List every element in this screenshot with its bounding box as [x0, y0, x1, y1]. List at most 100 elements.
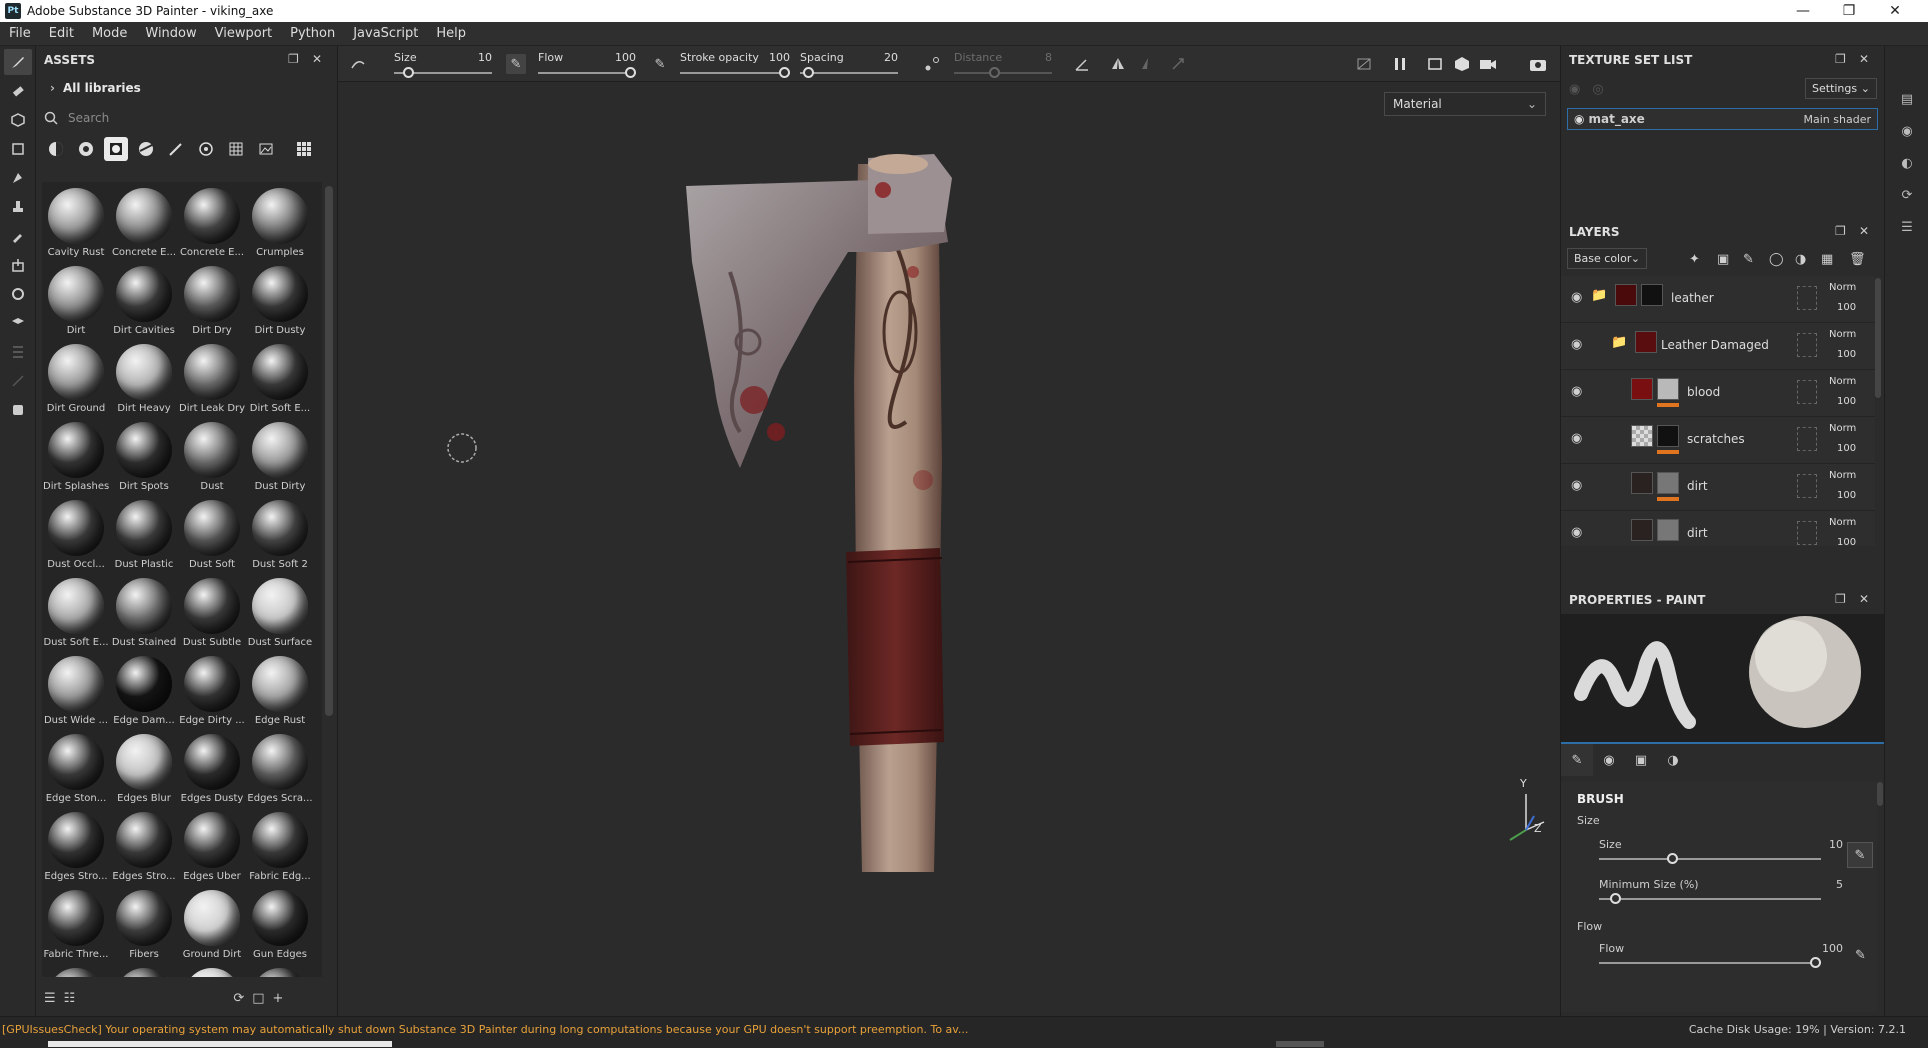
eye-icon[interactable]: ◉: [1571, 525, 1582, 540]
asset-item[interactable]: Edges Dusty: [178, 734, 246, 812]
asset-item[interactable]: Edges Uber: [178, 812, 246, 890]
menu-viewport[interactable]: Viewport: [206, 26, 282, 41]
transform-tool-icon[interactable]: [4, 368, 32, 394]
close-panel-icon[interactable]: ✕: [1859, 592, 1869, 606]
asset-item[interactable]: Dirt Heavy: [110, 344, 178, 422]
history-icon[interactable]: ⟳: [1894, 182, 1920, 208]
asset-item[interactable]: Dust Occl...: [42, 500, 110, 578]
layer-row[interactable]: ◉ 📁 leather Norm 100: [1561, 276, 1875, 323]
filter-filters-icon[interactable]: [134, 137, 158, 161]
eye-icon[interactable]: ◉: [1574, 112, 1584, 126]
3d-view-icon[interactable]: [1452, 54, 1472, 74]
delete-layer-icon[interactable]: 🗑: [1849, 252, 1866, 267]
menu-python[interactable]: Python: [281, 26, 344, 41]
visibility-toggle-icon[interactable]: ◉: [1569, 82, 1580, 97]
tab-alpha-icon[interactable]: ◉: [1593, 744, 1625, 776]
undock-icon[interactable]: ❐: [1835, 224, 1846, 238]
symmetry-icon[interactable]: [1108, 54, 1128, 74]
texture-set-row[interactable]: ◉ mat_axe Main shader: [1567, 108, 1878, 130]
screenshot-icon[interactable]: [1528, 54, 1548, 74]
texture-set-settings-icon[interactable]: ▤: [1894, 86, 1920, 112]
filter-textures-icon[interactable]: [224, 137, 248, 161]
filter-smart-materials-icon[interactable]: [74, 137, 98, 161]
settings-tool-icon[interactable]: [4, 281, 32, 307]
asset-item[interactable]: [178, 968, 246, 977]
asset-item[interactable]: Edges Blur: [110, 734, 178, 812]
asset-item[interactable]: [246, 968, 314, 977]
asset-item[interactable]: Dirt Spots: [110, 422, 178, 500]
tab-brush-icon[interactable]: ✎: [1561, 744, 1593, 776]
layer-row[interactable]: ◉ dirt Norm 100: [1561, 511, 1875, 546]
details-view-icon[interactable]: ☷: [64, 991, 76, 1006]
layer-mask-slot[interactable]: [1797, 380, 1817, 404]
layer-mask-slot[interactable]: [1797, 521, 1817, 545]
layers-scrollbar[interactable]: [1875, 278, 1881, 398]
list-view-icon[interactable]: ☰: [44, 991, 56, 1006]
asset-item[interactable]: Edges Stro...: [110, 812, 178, 890]
color-picker-tool-icon[interactable]: [4, 223, 32, 249]
layer-mask-slot[interactable]: [1797, 333, 1817, 357]
size-pressure-button[interactable]: ✎: [1847, 842, 1873, 868]
asset-item[interactable]: Edge Rust: [246, 656, 314, 734]
close-panel-icon[interactable]: ✕: [312, 52, 322, 66]
symmetry-mirror-icon[interactable]: [1138, 54, 1158, 74]
align-tool-icon[interactable]: [4, 339, 32, 365]
lazy-distance-icon[interactable]: [922, 54, 942, 74]
size-slider[interactable]: [1599, 834, 1821, 864]
asset-item[interactable]: [110, 968, 178, 977]
asset-item[interactable]: Edges Scra...: [246, 734, 314, 812]
asset-item[interactable]: Dirt Soft E...: [246, 344, 314, 422]
camera-view-icon[interactable]: [1478, 54, 1498, 74]
grid-view-icon[interactable]: [292, 137, 316, 161]
eye-icon[interactable]: ◉: [1571, 431, 1582, 446]
menu-file[interactable]: File: [0, 26, 40, 41]
asset-item[interactable]: Dust Stained: [110, 578, 178, 656]
undock-icon[interactable]: ❐: [1835, 592, 1846, 606]
2d-view-icon[interactable]: [1426, 54, 1446, 74]
eye-icon[interactable]: ◉: [1571, 478, 1582, 493]
layer-row[interactable]: ◉ scratches Norm 100: [1561, 417, 1875, 464]
asset-item[interactable]: Edge Dam...: [110, 656, 178, 734]
menu-edit[interactable]: Edit: [40, 26, 83, 41]
filter-brushes-icon[interactable]: [164, 137, 188, 161]
eraser-tool-icon[interactable]: [4, 78, 32, 104]
filter-environments-icon[interactable]: [254, 137, 278, 161]
eye-icon[interactable]: ◉: [1571, 384, 1582, 399]
asset-item[interactable]: Dust Wide ...: [42, 656, 110, 734]
import-folder-icon[interactable]: □: [252, 991, 264, 1006]
angle-icon[interactable]: [1072, 54, 1092, 74]
asset-item[interactable]: Dirt Ground: [42, 344, 110, 422]
add-asset-icon[interactable]: +: [273, 991, 284, 1006]
layer-mask-slot[interactable]: [1797, 427, 1817, 451]
undock-icon[interactable]: ❐: [288, 52, 299, 66]
channel-dropdown[interactable]: Base color ⌄: [1567, 248, 1647, 269]
undock-icon[interactable]: ❐: [1835, 52, 1846, 66]
asset-item[interactable]: Dust Soft: [178, 500, 246, 578]
asset-item[interactable]: Dirt Leak Dry: [178, 344, 246, 422]
layer-mask-slot[interactable]: [1797, 474, 1817, 498]
library-selector[interactable]: › All libraries: [36, 74, 337, 102]
stroke-opacity-slider[interactable]: Stroke opacity 100: [680, 48, 790, 80]
uv-tool-icon[interactable]: [4, 310, 32, 336]
asset-item[interactable]: Concrete E...: [110, 188, 178, 266]
asset-item[interactable]: Concrete E...: [178, 188, 246, 266]
transform-gizmo-icon[interactable]: [1168, 54, 1188, 74]
asset-item[interactable]: Fabric Thre...: [42, 890, 110, 968]
layer-row[interactable]: ◉ dirt Norm 100: [1561, 464, 1875, 511]
close-window-button[interactable]: ✕: [1872, 0, 1918, 22]
close-panel-icon[interactable]: ✕: [1859, 52, 1869, 66]
asset-item[interactable]: Crumples: [246, 188, 314, 266]
flow-slider[interactable]: [1599, 938, 1821, 968]
geometry-mask-tool-icon[interactable]: [4, 136, 32, 162]
add-paint-layer-icon[interactable]: ✎: [1743, 252, 1754, 267]
restore-button[interactable]: ❐: [1826, 0, 1872, 22]
pause-render-icon[interactable]: [1390, 54, 1410, 74]
asset-item[interactable]: Dust Subtle: [178, 578, 246, 656]
asset-search[interactable]: Search: [44, 106, 329, 130]
lazy-mouse-icon[interactable]: [348, 54, 368, 74]
filter-smart-masks-icon[interactable]: [104, 137, 128, 161]
asset-item[interactable]: Ground Dirt: [178, 890, 246, 968]
pen-pressure-icon[interactable]: ✎: [506, 54, 526, 74]
eye-icon[interactable]: ◉: [1571, 290, 1582, 305]
smudge-tool-icon[interactable]: [4, 165, 32, 191]
